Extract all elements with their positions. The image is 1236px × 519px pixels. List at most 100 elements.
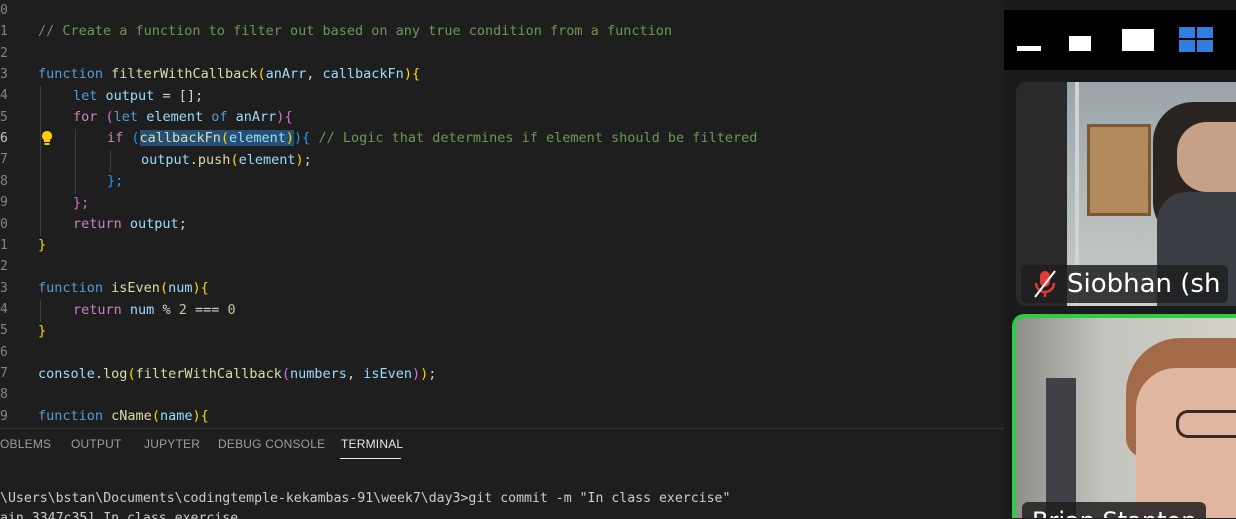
variable: output <box>129 216 179 232</box>
line-number: 9 <box>0 408 8 424</box>
line-number: 4 <box>0 88 8 104</box>
video-feed <box>1016 318 1236 518</box>
line-number: 0 <box>0 216 8 232</box>
grid-layout-icon[interactable] <box>1179 27 1213 52</box>
video-call-panel: Siobhan (sh Brian Stanton <box>1004 0 1236 518</box>
brace: } <box>38 323 47 339</box>
keyword: let <box>73 88 98 104</box>
keyword: function <box>38 66 104 82</box>
function-call: callbackFn <box>139 130 221 146</box>
participant-name-label: Brian Stanton <box>1022 502 1207 518</box>
variable: element <box>238 152 296 168</box>
keyword: for <box>73 109 98 125</box>
indent-guide <box>40 86 41 236</box>
participant-name-label: Siobhan (sh <box>1021 265 1229 303</box>
minimize-layout-icon[interactable] <box>1017 46 1041 51</box>
indent-guide <box>40 300 41 322</box>
line-number: 6 <box>0 344 8 360</box>
comma: , <box>346 366 364 382</box>
function-call: push <box>197 152 231 168</box>
param: callbackFn <box>322 66 404 82</box>
lightbulb-icon[interactable] <box>40 130 54 146</box>
code-comment: // Create a function to filter out based… <box>38 23 672 39</box>
paren: ( <box>131 130 140 146</box>
number: 2 <box>178 302 187 318</box>
paren: ) <box>295 152 304 168</box>
variable: anArr <box>235 109 277 125</box>
small-layout-icon[interactable] <box>1069 36 1091 51</box>
tab-jupyter[interactable]: JUPYTER <box>144 437 200 451</box>
semicolon: ; <box>178 216 187 232</box>
paren: ( <box>151 408 160 424</box>
paren: ( <box>220 130 229 146</box>
function-name: filterWithCallback <box>111 66 258 82</box>
keyword: function <box>38 280 104 296</box>
participant-tile[interactable]: Siobhan (sh <box>1016 82 1236 306</box>
line-number: 8 <box>0 387 8 403</box>
brace: } <box>38 237 47 253</box>
dot: . <box>94 366 104 382</box>
brace: { <box>200 408 209 424</box>
variable: output <box>141 152 190 168</box>
line-number: 2 <box>0 259 8 275</box>
tab-problems[interactable]: OBLEMS <box>0 437 51 451</box>
code-comment: // Logic that determines if element shou… <box>318 130 758 146</box>
variable: numbers <box>290 366 347 382</box>
function-name: isEven <box>111 280 160 296</box>
tab-debug-console[interactable]: DEBUG CONSOLE <box>218 437 325 451</box>
keyword: let <box>113 109 139 125</box>
line-number: 1 <box>0 237 8 253</box>
operator: % <box>154 302 179 318</box>
semicolon: ; <box>303 152 312 168</box>
keyword: function <box>38 408 104 424</box>
dot: . <box>189 152 198 168</box>
line-number: 7 <box>0 365 8 381</box>
variable: console <box>38 366 95 382</box>
keyword: return <box>73 216 122 232</box>
brace: }; <box>73 195 90 211</box>
paren: ( <box>281 366 291 382</box>
brace: { <box>411 66 421 82</box>
microphone-muted-icon <box>1034 270 1056 298</box>
line-number: 3 <box>0 67 8 83</box>
paren: ) <box>192 408 201 424</box>
brace: { <box>284 109 293 125</box>
function-call: filterWithCallback <box>135 366 282 382</box>
line-number: 7 <box>0 152 8 168</box>
participant-name: Siobhan (sh <box>1067 269 1221 299</box>
function-call: log <box>103 366 128 382</box>
participant-name: Brian Stanton <box>1032 507 1196 518</box>
operator: === <box>186 302 228 318</box>
paren: ( <box>127 366 136 382</box>
line-number: 0 <box>0 3 8 18</box>
line-number: 5 <box>0 109 8 125</box>
paren: ( <box>159 280 169 296</box>
paren: ) <box>294 130 303 146</box>
terminal-line[interactable]: \Users\bstan\Documents\codingtemple-keka… <box>0 491 730 506</box>
variable: isEven <box>363 366 412 382</box>
function-name: cName <box>111 408 152 424</box>
participant-tile-speaking[interactable]: Brian Stanton <box>1012 314 1236 518</box>
code-editor[interactable]: 0 1 2 3 4 5 6 7 8 9 0 1 2 3 4 5 6 7 8 9 // Create a functio… <box>0 0 1004 428</box>
comma: , <box>306 66 323 82</box>
keyword: return <box>73 302 122 318</box>
bottom-panel: OBLEMS OUTPUT JUPYTER DEBUG CONSOLE TERM… <box>0 428 1004 519</box>
line-number: 1 <box>0 24 8 40</box>
tab-terminal[interactable]: TERMINAL <box>341 437 403 451</box>
line-number: 8 <box>0 173 8 189</box>
expression: = []; <box>154 88 204 104</box>
paren: ( <box>257 66 266 82</box>
line-number: 5 <box>0 323 8 339</box>
keyword: if <box>107 130 124 146</box>
indent-guide <box>110 150 111 172</box>
layout-toolbar <box>1004 10 1236 70</box>
indent-guide <box>75 129 76 194</box>
selection: callbackFn(element) <box>139 130 295 146</box>
variable: element <box>228 130 286 146</box>
paren: ) <box>411 366 421 382</box>
keyword: of <box>211 109 228 125</box>
brace: { <box>302 130 311 146</box>
semicolon: ; <box>428 366 437 382</box>
tab-output[interactable]: OUTPUT <box>71 437 122 451</box>
medium-layout-icon[interactable] <box>1122 29 1154 51</box>
